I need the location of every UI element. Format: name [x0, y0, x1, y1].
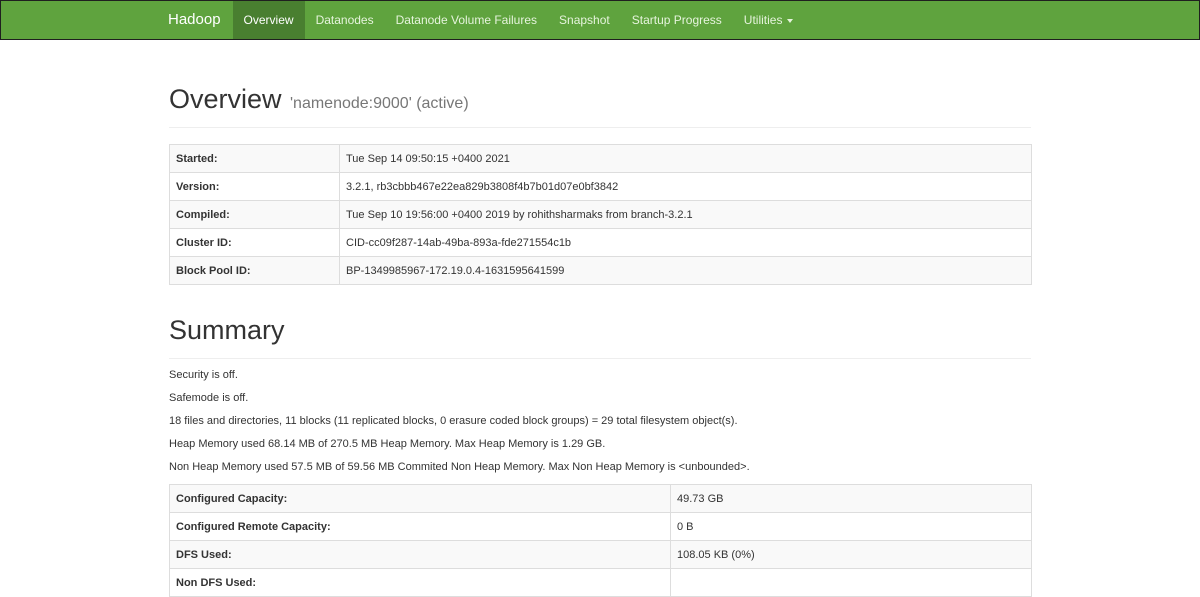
overview-value-compiled: Tue Sep 10 19:56:00 +0400 2019 by rohith… [339, 200, 1032, 229]
table-row: Cluster ID: CID-cc09f287-14ab-49ba-893a-… [169, 228, 1032, 257]
caret-down-icon [787, 18, 794, 23]
table-row: Non DFS Used: [169, 568, 1032, 597]
nav-item-utilities-label: Utilities [743, 13, 783, 27]
overview-table: Started: Tue Sep 14 09:50:15 +0400 2021 … [169, 144, 1032, 285]
table-row: Block Pool ID: BP-1349985967-172.19.0.4-… [169, 256, 1032, 285]
summary-title: Summary [169, 315, 285, 345]
overview-value-version: 3.2.1, rb3cbbb467e22ea829b3808f4b7b01d07… [339, 172, 1032, 201]
overview-label-compiled: Compiled: [169, 200, 340, 229]
namenode-host: 'namenode:9000' (active) [289, 95, 469, 112]
capacity-table: Configured Capacity: 49.73 GB Configured… [169, 484, 1032, 597]
overview-value-started: Tue Sep 14 09:50:15 +0400 2021 [339, 144, 1032, 173]
capacity-value-remote: 0 B [670, 512, 1032, 541]
overview-label-block-pool-id: Block Pool ID: [169, 256, 340, 285]
overview-label-version: Version: [169, 172, 340, 201]
table-row: Version: 3.2.1, rb3cbbb467e22ea829b3808f… [169, 172, 1032, 201]
main-content: Overview 'namenode:9000' (active) Starte… [169, 40, 1032, 597]
capacity-value-dfs-used: 108.05 KB (0%) [670, 540, 1032, 569]
overview-header: Overview 'namenode:9000' (active) [169, 84, 1031, 128]
brand-logo[interactable]: Hadoop [1, 1, 233, 39]
table-row: Configured Remote Capacity: 0 B [169, 512, 1032, 541]
safemode-status: Safemode is off. [169, 392, 249, 404]
capacity-label-non-dfs-used: Non DFS Used: [169, 568, 671, 597]
non-heap-memory-summary: Non Heap Memory used 57.5 MB of 59.56 MB… [169, 461, 750, 473]
capacity-value-configured: 49.73 GB [670, 484, 1032, 513]
page-title: Overview [169, 84, 282, 114]
heap-memory-summary: Heap Memory used 68.14 MB of 270.5 MB He… [169, 438, 606, 450]
capacity-label-remote: Configured Remote Capacity: [169, 512, 671, 541]
table-row: Started: Tue Sep 14 09:50:15 +0400 2021 [169, 144, 1032, 173]
nav-item-utilities-dropdown[interactable]: Utilities [733, 1, 805, 39]
summary-lines: Security is off. Safemode is off. 18 fil… [169, 369, 1031, 474]
capacity-label-configured: Configured Capacity: [169, 484, 671, 513]
overview-label-cluster-id: Cluster ID: [169, 228, 340, 257]
table-row: DFS Used: 108.05 KB (0%) [169, 540, 1032, 569]
overview-value-block-pool-id: BP-1349985967-172.19.0.4-1631595641599 [339, 256, 1032, 285]
top-navbar: Hadoop Overview Datanodes Datanode Volum… [0, 0, 1200, 40]
nav-item-overview[interactable]: Overview [232, 1, 305, 39]
table-row: Compiled: Tue Sep 10 19:56:00 +0400 2019… [169, 200, 1032, 229]
security-status: Security is off. [169, 369, 238, 381]
overview-label-started: Started: [169, 144, 340, 173]
nav-item-startup-progress[interactable]: Startup Progress [621, 1, 733, 39]
filesystem-objects-summary: 18 files and directories, 11 blocks (11 … [169, 415, 738, 427]
capacity-value-non-dfs-used [670, 568, 1032, 597]
nav-item-datanode-volume-failures[interactable]: Datanode Volume Failures [385, 1, 548, 39]
nav-item-snapshot[interactable]: Snapshot [548, 1, 621, 39]
nav-menu: Overview Datanodes Datanode Volume Failu… [232, 1, 805, 39]
nav-item-datanodes[interactable]: Datanodes [305, 1, 385, 39]
capacity-label-dfs-used: DFS Used: [169, 540, 671, 569]
table-row: Configured Capacity: 49.73 GB [169, 484, 1032, 513]
overview-value-cluster-id: CID-cc09f287-14ab-49ba-893a-fde271554c1b [339, 228, 1032, 257]
summary-header: Summary [169, 315, 1031, 359]
